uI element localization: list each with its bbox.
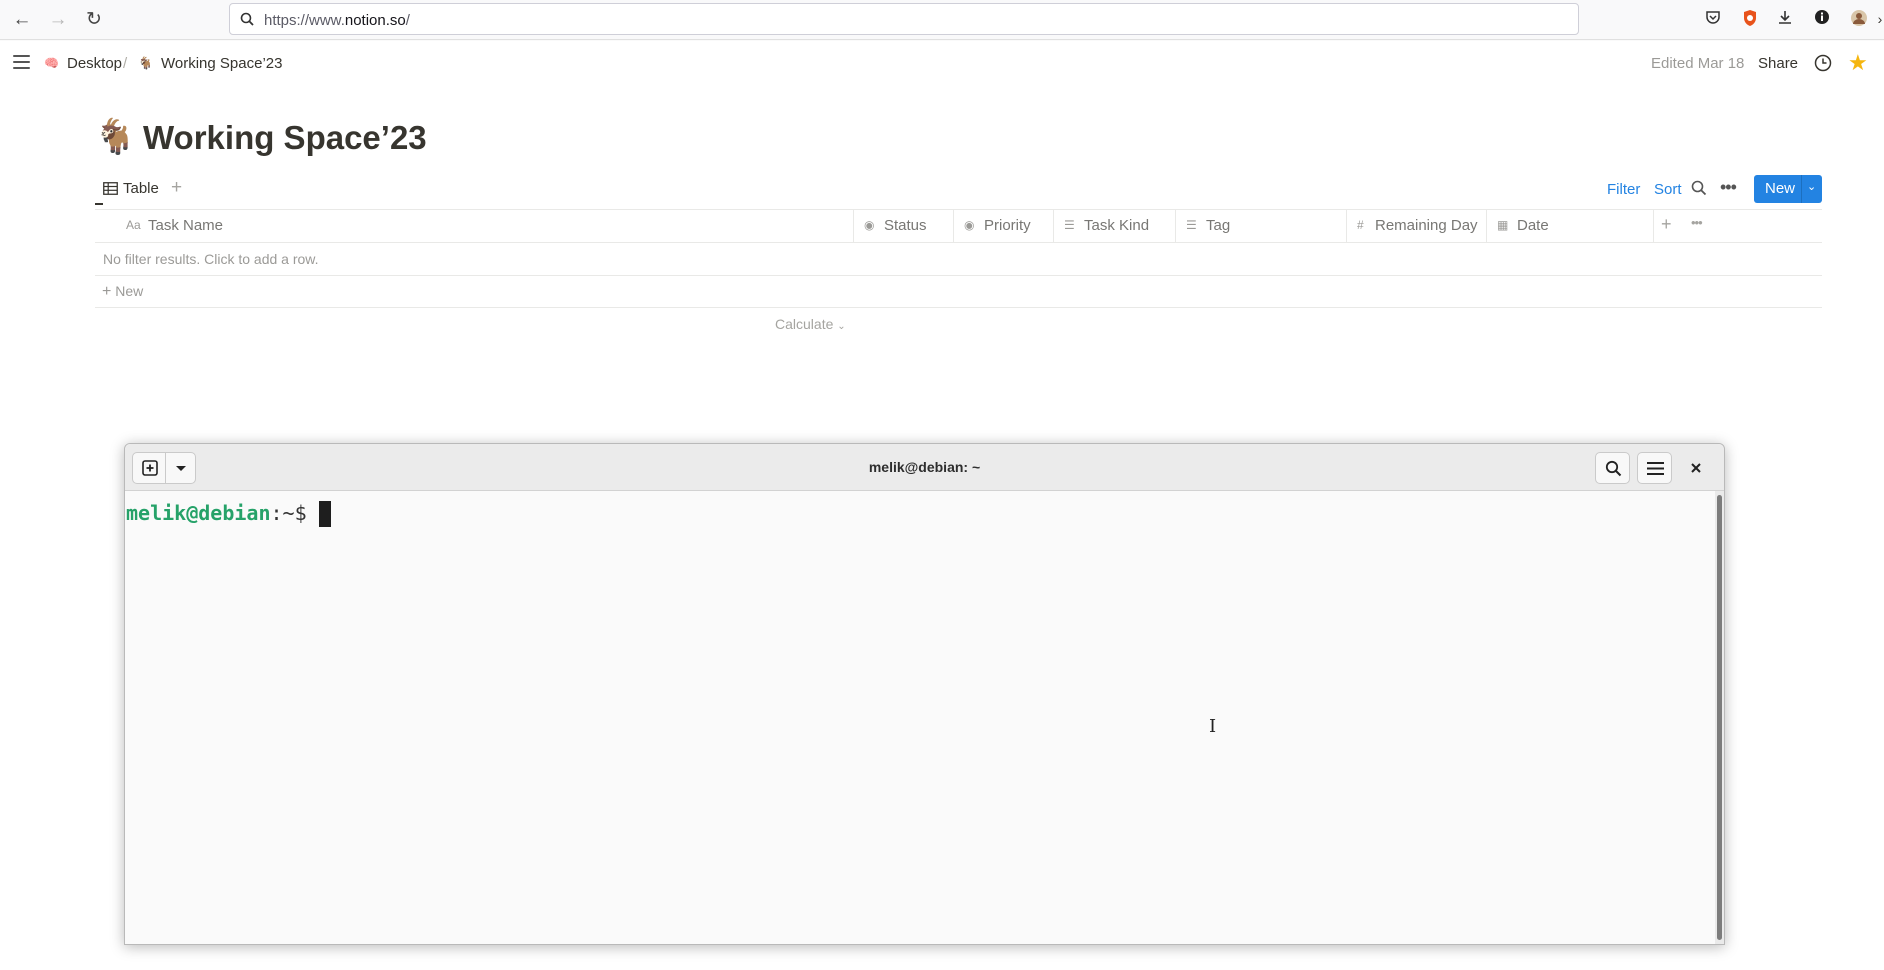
column-divider [1486, 210, 1487, 242]
column-task-name[interactable]: Aa Task Name [124, 210, 852, 241]
tab-table[interactable]: Table [95, 175, 159, 205]
hamburger-menu-icon [1647, 462, 1664, 475]
url-host: notion.so [344, 12, 406, 29]
scrollbar-thumb[interactable] [1717, 495, 1722, 940]
column-tag[interactable]: ☰ Tag [1184, 210, 1344, 241]
add-row-button[interactable]: + New [102, 283, 143, 301]
column-label: Tag [1206, 217, 1231, 234]
back-icon[interactable]: ← [9, 8, 35, 32]
calculate-label: Calculate [775, 316, 834, 332]
pocket-icon[interactable] [1703, 9, 1723, 29]
goat-icon: 🐐 [138, 56, 153, 70]
forward-icon[interactable]: → [45, 8, 71, 32]
shell-prompt: melik@debian:~$ [126, 501, 307, 525]
terminal-window: melik@debian: ~ melik@debian:~$ [124, 443, 1725, 945]
favorite-star-icon[interactable]: ★ [1848, 50, 1868, 76]
sidebar-menu-icon[interactable] [13, 55, 30, 69]
chevron-down-icon: ⌄ [837, 321, 846, 332]
mouse-ibeam-cursor-icon: I [1209, 716, 1217, 737]
prompt-user-host: melik@debian [126, 501, 271, 525]
text-type-icon: Aa [126, 218, 141, 232]
new-button-label: New [1765, 180, 1796, 197]
terminal-headerbar: melik@debian: ~ [125, 444, 1724, 491]
screen: ← → ↻ https://www.notion.so/ › 🧠 Desktop… [0, 0, 1884, 970]
notion-topbar: 🧠 Desktop / 🐐 Working Space’23 Edited Ma… [0, 41, 1884, 85]
property-more-icon[interactable]: ••• [1691, 215, 1703, 230]
chevron-down-icon[interactable]: ⌄ [1807, 180, 1816, 193]
column-divider [953, 210, 954, 242]
column-label: Priority [984, 217, 1031, 234]
number-type-icon: # [1357, 218, 1364, 232]
select-type-icon: ◉ [964, 218, 975, 232]
table-icon [103, 182, 118, 195]
column-label: Task Kind [1084, 217, 1150, 234]
profile-avatar-icon[interactable] [1849, 9, 1869, 29]
share-button[interactable]: Share [1758, 55, 1798, 72]
calculate-button[interactable]: Calculate ⌄ [775, 316, 846, 332]
breadcrumb-desktop[interactable]: Desktop [67, 55, 122, 72]
history-clock-icon[interactable] [1814, 54, 1832, 72]
breadcrumb-working-space[interactable]: Working Space’23 [161, 55, 282, 72]
multiselect-type-icon: ☰ [1186, 218, 1197, 232]
text-cursor [319, 501, 331, 527]
column-remaining-day[interactable]: # Remaining Day [1355, 210, 1485, 241]
terminal-search-button[interactable] [1595, 452, 1630, 484]
new-button-divider [1801, 175, 1802, 203]
extension-shield-icon[interactable] [1740, 9, 1760, 29]
multiselect-type-icon: ☰ [1064, 218, 1075, 232]
column-status[interactable]: ◉ Status [862, 210, 954, 241]
new-button[interactable]: New ⌄ [1754, 175, 1822, 203]
url-text: https://www.notion.so/ [264, 12, 410, 29]
filter-button[interactable]: Filter [1607, 181, 1640, 198]
add-row-label: New [115, 283, 144, 299]
add-view-icon[interactable]: + [171, 177, 182, 199]
table-bottom-divider [95, 307, 1822, 308]
prompt-path: :~$ [270, 501, 307, 525]
browser-toolbar: ← → ↻ https://www.notion.so/ › [0, 0, 1884, 40]
search-icon [240, 12, 254, 26]
search-icon [1605, 460, 1622, 477]
edited-timestamp: Edited Mar 18 [1651, 55, 1745, 72]
terminal-scrollbar[interactable] [1715, 491, 1724, 944]
row-divider [95, 275, 1822, 276]
column-task-kind[interactable]: ☰ Task Kind [1062, 210, 1174, 241]
url-suffix: / [405, 12, 410, 29]
column-label: Remaining Day [1375, 217, 1478, 234]
status-type-icon: ◉ [864, 218, 875, 232]
url-prefix: https://www. [264, 12, 345, 29]
table-search-icon[interactable] [1691, 180, 1707, 196]
more-options-icon[interactable]: ••• [1720, 177, 1737, 198]
column-divider [853, 210, 854, 242]
column-label: Status [884, 217, 927, 234]
add-property-icon[interactable]: + [1661, 214, 1672, 235]
terminal-menu-button[interactable] [1637, 452, 1672, 484]
column-divider [1346, 210, 1347, 242]
overflow-chevron-icon[interactable]: › [1876, 9, 1884, 29]
header-bottom-divider [95, 242, 1822, 243]
info-icon[interactable] [1812, 9, 1832, 29]
close-icon[interactable] [1691, 463, 1701, 473]
reload-icon[interactable]: ↻ [81, 8, 107, 32]
calendar-icon: ▦ [1497, 218, 1509, 232]
column-divider [1053, 210, 1054, 242]
tab-table-label: Table [123, 180, 159, 197]
page-goat-icon[interactable]: 🐐 [94, 117, 136, 157]
column-divider [1175, 210, 1176, 242]
page-title[interactable]: Working Space’23 [143, 119, 427, 157]
brain-icon: 🧠 [44, 56, 59, 70]
empty-results-message[interactable]: No filter results. Click to add a row. [103, 251, 319, 267]
column-priority[interactable]: ◉ Priority [962, 210, 1054, 241]
plus-icon: + [102, 283, 112, 300]
column-label: Date [1517, 217, 1549, 234]
terminal-body[interactable]: melik@debian:~$ [125, 491, 1714, 944]
column-date[interactable]: ▦ Date [1495, 210, 1651, 241]
column-divider [1653, 210, 1654, 242]
sort-button[interactable]: Sort [1654, 181, 1682, 198]
terminal-title: melik@debian: ~ [868, 459, 981, 475]
download-icon[interactable] [1775, 9, 1795, 29]
breadcrumb-separator: / [123, 55, 128, 72]
url-bar[interactable]: https://www.notion.so/ [229, 3, 1579, 35]
column-label: Task Name [148, 217, 224, 234]
